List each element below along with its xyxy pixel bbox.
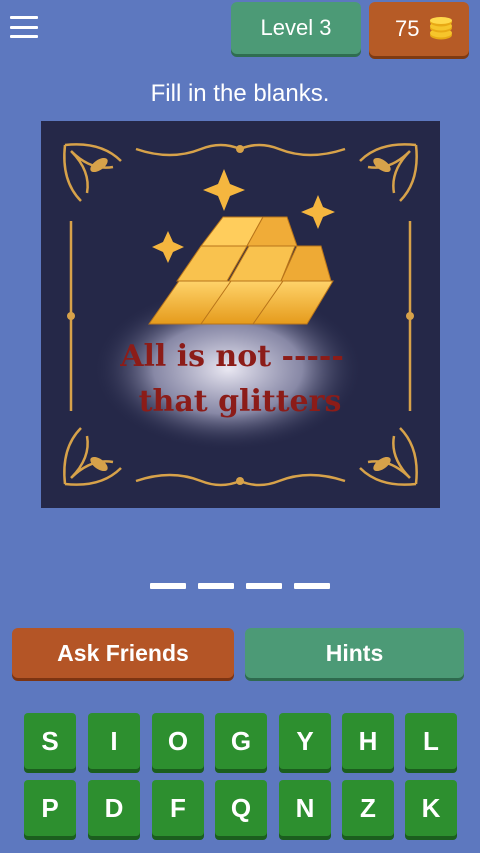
coin-counter-button[interactable]: 75 (369, 2, 469, 56)
letter-key[interactable]: K (405, 780, 457, 836)
key-label: S (41, 725, 59, 756)
letter-key[interactable]: P (24, 780, 76, 836)
letter-key[interactable]: D (88, 780, 140, 836)
key-label: D (104, 792, 124, 823)
key-label: G (230, 725, 252, 756)
key-label: H (358, 725, 378, 756)
key-label: N (295, 792, 315, 823)
level-label: Level 3 (260, 15, 332, 40)
key-label: K (421, 792, 441, 823)
letter-key[interactable]: I (88, 713, 140, 769)
coin-count: 75 (395, 16, 420, 41)
key-label: Y (296, 725, 314, 756)
answer-blanks (150, 583, 330, 589)
coins-icon (430, 17, 452, 40)
key-label: O (167, 725, 189, 756)
puzzle-line-2: that glitters (139, 384, 342, 419)
key-label: Z (360, 792, 376, 823)
answer-slot[interactable] (246, 583, 282, 589)
answer-slot[interactable] (150, 583, 186, 589)
key-label: I (110, 725, 118, 756)
answer-slot[interactable] (198, 583, 234, 589)
letter-key[interactable]: H (342, 713, 394, 769)
letter-key[interactable]: Z (342, 780, 394, 836)
hints-button[interactable]: Hints (245, 628, 464, 678)
key-label: P (41, 792, 59, 823)
letter-key[interactable]: N (279, 780, 331, 836)
key-label: Q (230, 792, 252, 823)
letter-key[interactable]: Q (215, 780, 267, 836)
letter-key[interactable]: S (24, 713, 76, 769)
letter-key[interactable]: F (152, 780, 204, 836)
gold-bars-illustration (148, 216, 334, 325)
letter-key[interactable]: L (405, 713, 457, 769)
puzzle-line-1: All is not ----- (119, 339, 344, 374)
answer-slot[interactable] (294, 583, 330, 589)
letter-key[interactable]: Y (279, 713, 331, 769)
letter-key[interactable]: G (215, 713, 267, 769)
hints-label: Hints (325, 639, 384, 666)
level-badge: Level 3 (231, 2, 361, 54)
ask-friends-button[interactable]: Ask Friends (12, 628, 234, 678)
key-label: L (423, 725, 439, 756)
ask-friends-label: Ask Friends (57, 639, 189, 666)
question-prompt: Fill in the blanks. (150, 80, 330, 107)
menu-icon[interactable] (8, 12, 40, 42)
letter-key[interactable]: O (152, 713, 204, 769)
key-label: F (170, 792, 186, 823)
puzzle-image: All is not ----- that glitters (41, 121, 440, 508)
